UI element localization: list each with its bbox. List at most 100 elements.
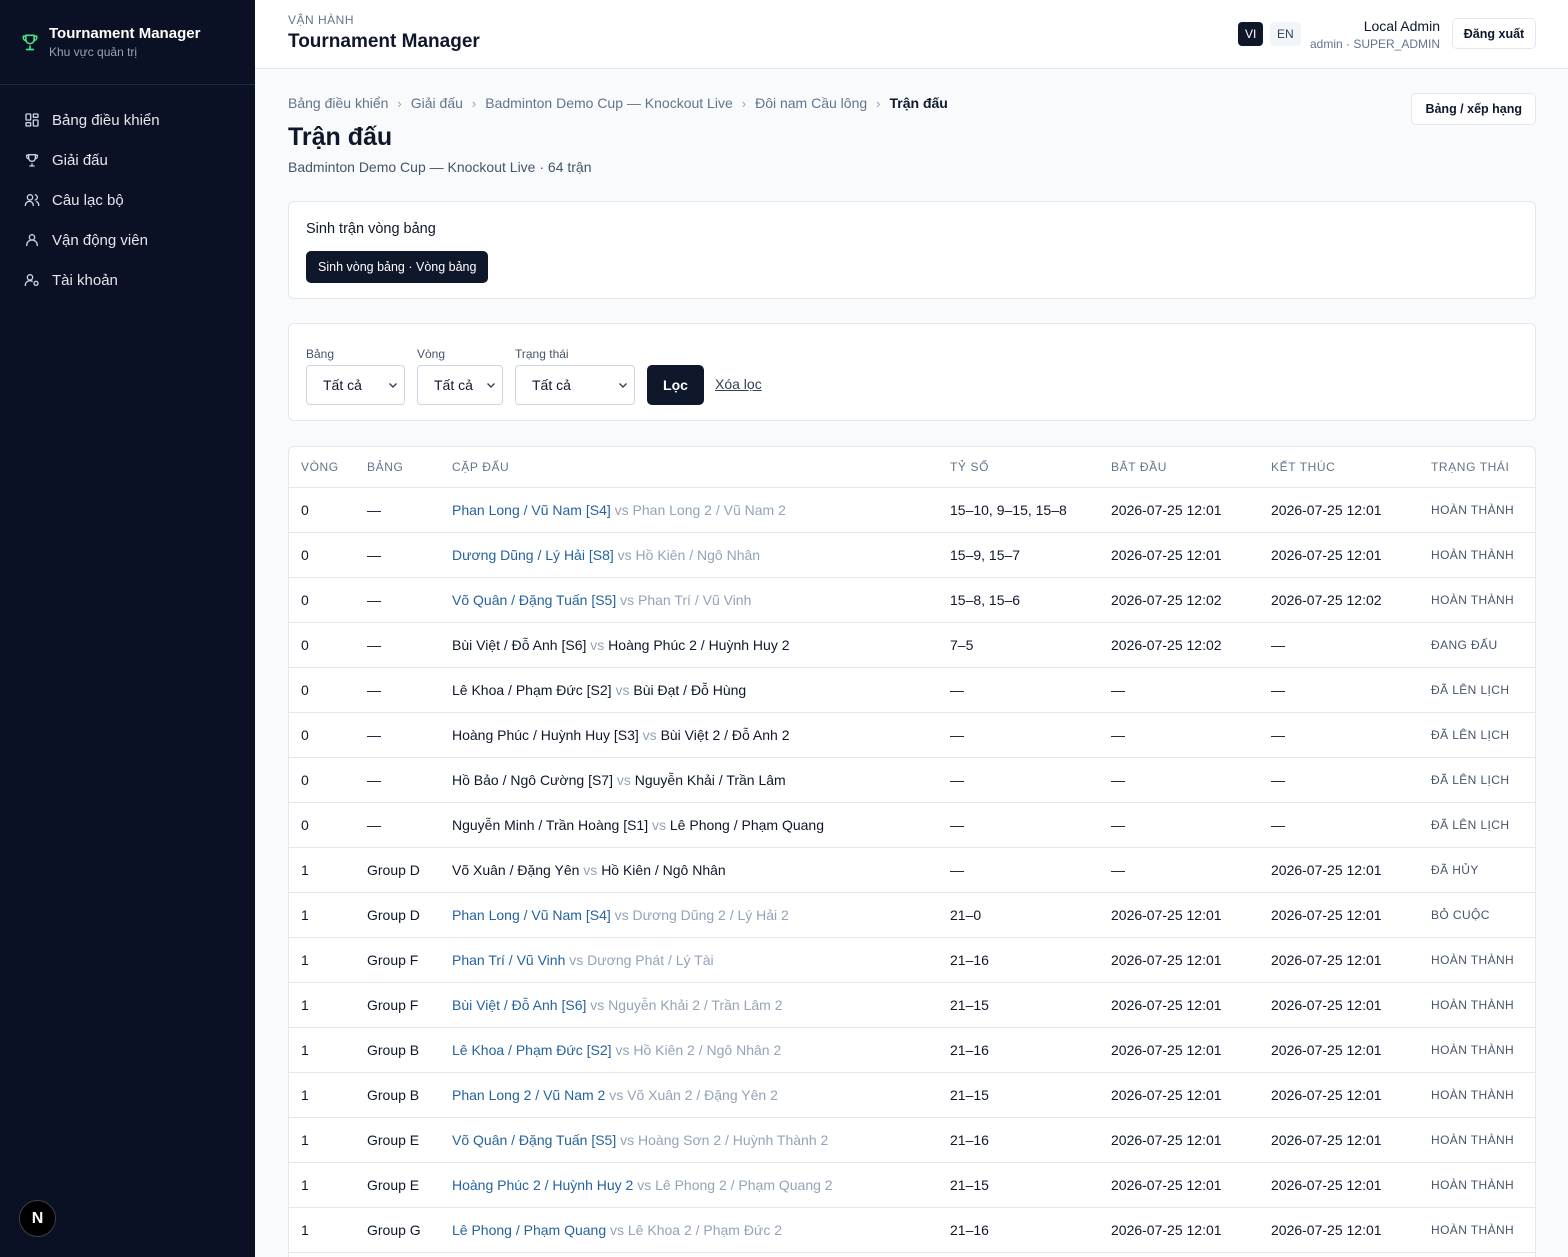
score-cell: 21–15 <box>938 982 1099 1028</box>
team-a-name[interactable]: Võ Xuân / Đặng Yên <box>452 862 579 878</box>
generate-group-button[interactable]: Sinh vòng bảng · Vòng bảng <box>306 251 489 283</box>
chevron-right-icon: › <box>741 95 747 111</box>
status-filter-value: Tất cả <box>532 377 571 393</box>
team-a-name[interactable]: Phan Long 2 / Vũ Nam 2 <box>452 1087 605 1103</box>
table-row[interactable]: 1 Group B Phan Long 2 / Vũ Nam 2 vs Võ Xuâ… <box>289 1072 1535 1118</box>
next-devtools-icon[interactable]: N <box>19 1200 56 1237</box>
table-row[interactable]: 0— Lê Khoa / Phạm Đức [S2] vs Bùi Đạt / Đ… <box>289 667 1535 713</box>
round-cell: 1 <box>289 1207 355 1253</box>
standings-button[interactable]: Bảng / xếp hạng <box>1411 93 1536 125</box>
team-a-name[interactable]: Lê Khoa / Phạm Đức [S2] <box>452 682 612 698</box>
table-row[interactable]: 0— Hoàng Phúc / Huỳnh Huy [S3] vs Bùi Việ… <box>289 712 1535 758</box>
table-row[interactable]: 0— Phan Long / Vũ Nam [S4] vs Phan Long 2… <box>289 487 1535 533</box>
breadcrumb-tournaments[interactable]: Giải đấu <box>411 95 463 111</box>
start-time-cell: 2026-07-25 12:01 <box>1099 1162 1259 1208</box>
team-a-name[interactable]: Bùi Việt / Đỗ Anh [S6] <box>452 997 586 1013</box>
apply-filter-button[interactable]: Lọc <box>647 365 704 405</box>
score-cell: 21–16 <box>938 1117 1099 1163</box>
table-row[interactable]: 1 Group E Võ Quân / Đặng Tuấn [S5] vs Hoàn… <box>289 1117 1535 1163</box>
team-b-name[interactable]: Hồ Kiên / Ngô Nhân <box>601 862 726 878</box>
filter-card: Bảng Tất cả Vòng Tất cả Trạng thái Tất c… <box>288 323 1536 421</box>
table-row[interactable]: 0— Dương Dũng / Lý Hải [S8] vs Hồ Kiên / … <box>289 532 1535 578</box>
end-time-cell: 2026-07-25 12:01 <box>1259 1162 1419 1208</box>
group-cell: Group D <box>355 847 440 893</box>
vs-label: vs <box>614 501 629 518</box>
breadcrumb-event[interactable]: Đôi nam Cầu lông <box>755 95 867 111</box>
brand[interactable]: Tournament Manager Khu vực quản trị <box>0 0 255 85</box>
team-b-name[interactable]: Nguyễn Khải 2 / Trần Lâm 2 <box>608 997 782 1013</box>
team-a-name[interactable]: Lê Khoa / Phạm Đức [S2] <box>452 1042 612 1058</box>
clear-filter-link[interactable]: Xóa lọc <box>715 376 762 392</box>
team-a-name[interactable]: Lê Phong / Phạm Quang <box>452 1222 606 1238</box>
table-row[interactable]: 0— Bùi Việt / Đỗ Anh [S6] vs Hoàng Phúc 2… <box>289 622 1535 668</box>
team-b-name[interactable]: Lê Khoa 2 / Phạm Đức 2 <box>628 1222 782 1238</box>
team-a-name[interactable]: Hoàng Phúc / Huỳnh Huy [S3] <box>452 727 639 743</box>
team-b-name[interactable]: Hồ Kiên / Ngô Nhân <box>636 547 761 563</box>
team-b-name[interactable]: Phan Long 2 / Vũ Nam 2 <box>633 502 786 518</box>
team-a-name[interactable]: Nguyễn Minh / Trần Hoàng [S1] <box>452 817 648 833</box>
end-time-cell: — <box>1259 667 1419 713</box>
team-b-name[interactable]: Hoàng Sơn 2 / Huỳnh Thành 2 <box>638 1132 828 1148</box>
column-header-score: TỶ SỐ <box>938 447 1099 488</box>
score-cell: — <box>938 667 1099 713</box>
table-row[interactable]: 1 Group F Bùi Việt / Đỗ Anh [S6] vs Nguyễn… <box>289 982 1535 1028</box>
brand-title: Tournament Manager <box>49 24 201 42</box>
round-cell: 1 <box>289 1162 355 1208</box>
team-b-name[interactable]: Võ Xuân 2 / Đặng Yên 2 <box>627 1087 778 1103</box>
breadcrumb-current: Trận đấu <box>889 95 948 111</box>
column-header-pairing: CẶP ĐẤU <box>440 447 938 488</box>
lang-vi-button[interactable]: VI <box>1238 22 1264 46</box>
table-row[interactable]: 0— Nguyễn Minh / Trần Hoàng [S1] vs Lê Ph… <box>289 802 1535 848</box>
breadcrumb-dashboard[interactable]: Bảng điều khiển <box>288 95 388 111</box>
start-time-cell: 2026-07-25 12:01 <box>1099 487 1259 533</box>
sidebar-item-dashboard[interactable]: Bảng điều khiển <box>0 100 255 140</box>
team-a-name[interactable]: Hoàng Phúc 2 / Huỳnh Huy 2 <box>452 1177 633 1193</box>
team-b-name[interactable]: Bùi Đạt / Đỗ Hùng <box>633 682 746 698</box>
table-row[interactable]: 1 Group D Võ Xuân / Đặng Yên vs Hồ Kiên / … <box>289 847 1535 893</box>
logout-button[interactable]: Đăng xuất <box>1452 18 1536 49</box>
table-row[interactable]: 1 Group E Hoàng Phúc 2 / Huỳnh Huy 2 vs Lê… <box>289 1162 1535 1208</box>
team-a-name[interactable]: Hồ Bảo / Ngô Cường [S7] <box>452 772 613 788</box>
team-a-name[interactable]: Bùi Việt / Đỗ Anh [S6] <box>452 637 586 653</box>
group-cell: Group F <box>355 982 440 1028</box>
sidebar-item-tournaments[interactable]: Giải đấu <box>0 140 255 180</box>
group-cell: — <box>355 802 440 848</box>
team-a-name[interactable]: Phan Trí / Vũ Vinh <box>452 952 565 968</box>
table-row[interactable]: 1 Group B Lê Khoa / Phạm Đức [S2] vs Hồ Ki… <box>289 1027 1535 1073</box>
table-row[interactable]: 1 Group G Lê Phong / Phạm Quang vs Lê Khoa… <box>289 1207 1535 1253</box>
team-b-name[interactable]: Bùi Việt 2 / Đỗ Anh 2 <box>661 727 790 743</box>
status-filter-select[interactable]: Tất cả <box>515 365 635 405</box>
team-b-name[interactable]: Dương Dũng 2 / Lý Hải 2 <box>633 907 789 923</box>
end-time-cell: 2026-07-25 12:01 <box>1259 1207 1419 1253</box>
pairing-cell: Hồ Bảo / Ngô Cường [S7] vs Nguyễn Khải /… <box>440 757 938 803</box>
team-a-name[interactable]: Phan Long / Vũ Nam [S4] <box>452 907 611 923</box>
end-time-cell: 2026-07-25 12:01 <box>1259 1027 1419 1073</box>
group-filter-select[interactable]: Tất cả <box>306 365 405 405</box>
team-a-name[interactable]: Võ Quân / Đặng Tuấn [S5] <box>452 592 616 608</box>
vs-label: vs <box>616 771 631 788</box>
sidebar-item-clubs[interactable]: Câu lạc bộ <box>0 180 255 220</box>
chevron-right-icon: › <box>876 95 881 111</box>
dashboard-icon <box>24 112 40 128</box>
end-time-cell: 2026-07-25 12:01 <box>1259 892 1419 938</box>
team-b-name[interactable]: Hoàng Phúc 2 / Huỳnh Huy 2 <box>608 637 789 653</box>
team-b-name[interactable]: Phan Trí / Vũ Vinh <box>638 592 751 608</box>
team-b-name[interactable]: Nguyễn Khải / Trần Lâm <box>635 772 786 788</box>
table-row[interactable]: 0— Võ Quân / Đặng Tuấn [S5] vs Phan Trí /… <box>289 577 1535 623</box>
team-b-name[interactable]: Lê Phong / Phạm Quang <box>670 817 824 833</box>
lang-en-button[interactable]: EN <box>1270 22 1301 46</box>
breadcrumb-tournament[interactable]: Badminton Demo Cup — Knockout Live <box>485 95 732 111</box>
team-b-name[interactable]: Hồ Kiên 2 / Ngô Nhân 2 <box>633 1042 781 1058</box>
team-a-name[interactable]: Phan Long / Vũ Nam [S4] <box>452 502 611 518</box>
sidebar-item-accounts[interactable]: Tài khoản <box>0 260 255 300</box>
table-row[interactable]: 0— Hồ Bảo / Ngô Cường [S7] vs Nguyễn Khải… <box>289 757 1535 803</box>
sidebar-item-athletes[interactable]: Vận động viên <box>0 220 255 260</box>
team-a-name[interactable]: Võ Quân / Đặng Tuấn [S5] <box>452 1132 616 1148</box>
table-row[interactable]: 1 Group F Phan Trí / Vũ Vinh vs Dương Phát… <box>289 937 1535 983</box>
team-b-name[interactable]: Lê Phong 2 / Phạm Quang 2 <box>655 1177 832 1193</box>
team-a-name[interactable]: Dương Dũng / Lý Hải [S8] <box>452 547 614 563</box>
team-b-name[interactable]: Dương Phát / Lý Tài <box>587 952 713 968</box>
round-filter-select[interactable]: Tất cả <box>417 365 503 405</box>
table-row[interactable]: 1 Group D Phan Long / Vũ Nam [S4] vs Dương… <box>289 892 1535 938</box>
chevron-down-icon <box>619 383 627 388</box>
